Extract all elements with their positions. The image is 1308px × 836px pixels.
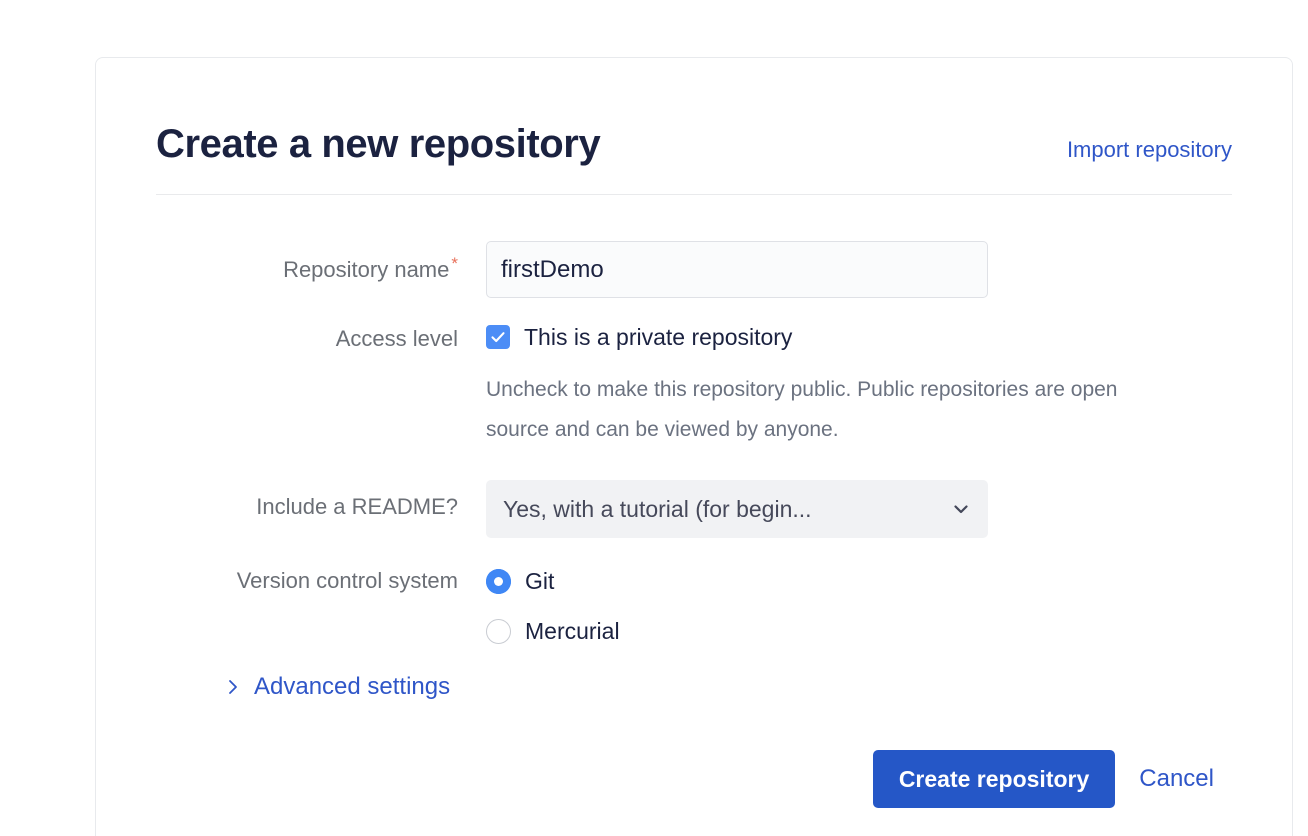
form-row-readme: Include a README? Yes, with a tutorial (… [156,480,1232,538]
access-level-field-col: This is a private repository Uncheck to … [486,322,1232,450]
advanced-settings-row[interactable]: Advanced settings [156,672,1232,702]
readme-label: Include a README? [256,494,458,519]
private-repository-checkbox-label[interactable]: This is a private repository [524,322,792,352]
private-repository-checkbox[interactable] [486,325,510,349]
repository-name-field-col [486,241,1232,298]
required-asterisk-icon: * [451,254,458,273]
create-repository-button[interactable]: Create repository [872,750,1116,808]
header-divider [156,194,1232,195]
create-repository-form: Repository name* Access level [156,241,1232,808]
form-row-repository-name: Repository name * [156,241,1232,298]
form-row-access-level: Access level This is a private repositor… [156,322,1232,450]
access-level-help-text: Uncheck to make this repository public. … [486,378,1118,441]
chevron-down-icon [954,505,968,514]
card-header: Create a new repository Import repositor… [156,58,1232,168]
readme-select[interactable]: Yes, with a tutorial (for begin... [486,480,988,538]
chevron-right-icon [229,680,237,694]
radio-mercurial-label[interactable]: Mercurial [525,616,620,646]
version-control-option-mercurial[interactable]: Mercurial [486,614,1232,648]
repository-name-label: Repository name [283,257,450,283]
radio-git[interactable] [486,568,511,594]
create-repository-card: Create a new repository Import repositor… [95,57,1293,836]
version-control-option-git[interactable]: Git [486,564,1232,598]
version-control-label: Version control system [236,568,458,593]
check-icon [491,332,505,343]
radio-git-label[interactable]: Git [525,566,554,596]
page-title: Create a new repository [156,122,601,166]
access-level-label: Access level [335,326,458,351]
cancel-button[interactable]: Cancel [1139,765,1214,793]
advanced-settings-link[interactable]: Advanced settings [254,672,450,702]
readme-select-value: Yes, with a tutorial (for begin... [503,495,812,522]
private-repository-checkbox-row[interactable]: This is a private repository [486,322,1232,352]
repository-name-input[interactable] [486,241,988,298]
readme-field-col: Yes, with a tutorial (for begin... [486,480,1232,538]
radio-mercurial[interactable] [486,618,511,644]
form-actions: Create repository Cancel [156,750,1232,808]
form-row-version-control: Version control system Git Mercurial [156,564,1232,648]
page-root: Create a new repository Import repositor… [0,0,1308,836]
repository-name-label-col: Repository name * [156,241,486,285]
import-repository-link[interactable]: Import repository [1067,136,1232,164]
version-control-field-col: Git Mercurial [486,564,1232,648]
